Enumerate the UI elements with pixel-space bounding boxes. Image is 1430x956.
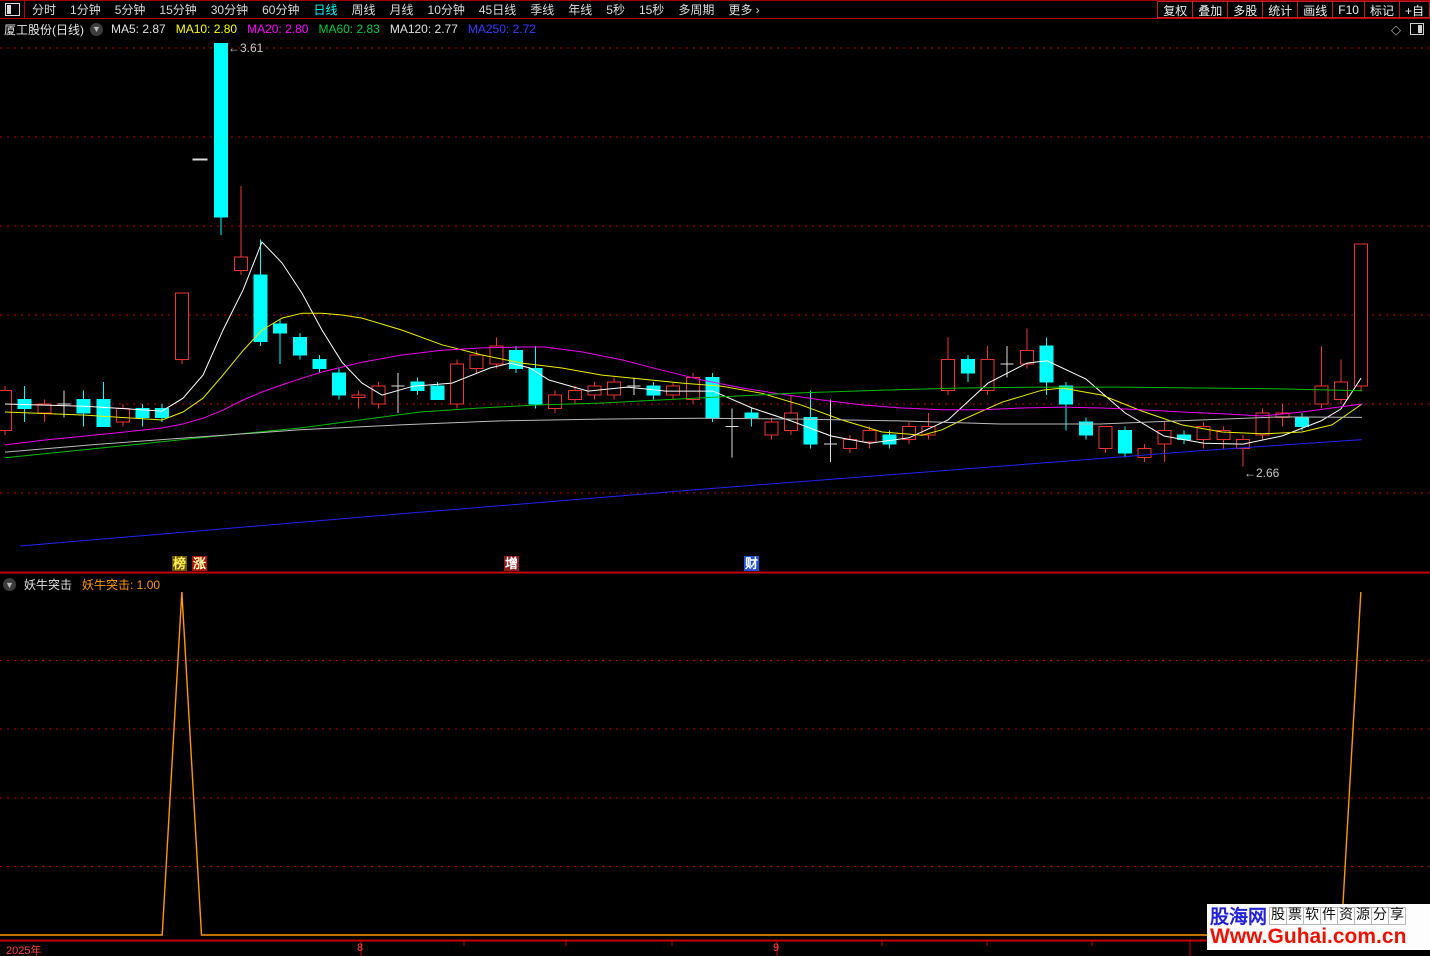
info-bar-icons: ◇ bbox=[1391, 23, 1424, 36]
menu-item-45日线[interactable]: 45日线 bbox=[472, 1, 523, 18]
watermark-desc-char: 源 bbox=[1354, 906, 1373, 925]
event-marker-榜[interactable]: 榜 bbox=[172, 556, 188, 571]
tool-button-+自[interactable]: +自 bbox=[1398, 1, 1430, 18]
menu-item-月线[interactable]: 月线 bbox=[383, 1, 421, 18]
watermark-url: Www.Guhai.com.cn bbox=[1210, 925, 1407, 948]
menu-item-15分钟[interactable]: 15分钟 bbox=[152, 1, 203, 18]
diamond-icon[interactable]: ◇ bbox=[1391, 23, 1401, 36]
menu-item-5秒[interactable]: 5秒 bbox=[599, 1, 632, 18]
tool-button-复权[interactable]: 复权 bbox=[1157, 1, 1194, 18]
watermark-desc-char: 分 bbox=[1371, 906, 1390, 925]
indicator-value-label: 妖牛突击: 1.00 bbox=[82, 578, 161, 592]
watermark-desc-char: 件 bbox=[1320, 906, 1339, 925]
event-marker-增[interactable]: 增 bbox=[504, 556, 520, 571]
tool-button-叠加[interactable]: 叠加 bbox=[1192, 1, 1229, 18]
window-layout-icon[interactable] bbox=[4, 3, 20, 16]
tool-button-多股[interactable]: 多股 bbox=[1227, 1, 1264, 18]
ma-value-list: MA5: 2.87 MA10: 2.80 MA20: 2.80 MA60: 2.83 M… bbox=[111, 22, 546, 36]
panel-split-icon[interactable] bbox=[1410, 23, 1424, 35]
stock-dropdown-icon[interactable]: ▼ bbox=[90, 22, 103, 36]
menu-item-季线[interactable]: 季线 bbox=[523, 1, 561, 18]
menu-item-周线[interactable]: 周线 bbox=[344, 1, 382, 18]
tool-button-统计[interactable]: 统计 bbox=[1262, 1, 1299, 18]
menu-item-1分钟[interactable]: 1分钟 bbox=[63, 1, 108, 18]
window-layout-cell[interactable] bbox=[0, 1, 25, 18]
ma-value-MA60: MA60: 2.83 bbox=[318, 22, 380, 36]
price-annotation: ←2.66 bbox=[1244, 465, 1280, 480]
menu-item-多周期[interactable]: 多周期 bbox=[671, 1, 721, 18]
menu-item-10分钟[interactable]: 10分钟 bbox=[421, 1, 472, 18]
stock-title: 厦工股份(日线) bbox=[4, 22, 84, 37]
watermark-desc-char: 软 bbox=[1303, 906, 1322, 925]
event-marker-财[interactable]: 财 bbox=[744, 556, 760, 571]
menu-item-30分钟[interactable]: 30分钟 bbox=[204, 1, 255, 18]
ma-value-MA120: MA120: 2.77 bbox=[389, 22, 458, 36]
tool-button-标记[interactable]: 标记 bbox=[1363, 1, 1400, 18]
ma-value-MA250: MA250: 2.72 bbox=[467, 22, 536, 36]
period-menu-items: 分时 1分钟 5分钟 15分钟 30分钟 60分钟 日线 周线 月线 10分钟 45日线 季线 年线 5秒… bbox=[25, 1, 767, 18]
tool-button-画线[interactable]: 画线 bbox=[1297, 1, 1334, 18]
menu-item-日线[interactable]: 日线 bbox=[306, 1, 344, 18]
watermark-desc-char: 票 bbox=[1286, 906, 1305, 925]
menu-item-年线[interactable]: 年线 bbox=[561, 1, 599, 18]
axis-label-8: 8 bbox=[357, 942, 364, 954]
event-marker-涨[interactable]: 涨 bbox=[192, 556, 208, 571]
price-annotation: ←3.61 bbox=[228, 41, 264, 55]
ma-value-MA20: MA20: 2.80 bbox=[247, 22, 309, 36]
tool-button-F10[interactable]: F10 bbox=[1332, 1, 1365, 18]
menu-item-5分钟[interactable]: 5分钟 bbox=[108, 1, 153, 18]
chart-canvas[interactable] bbox=[0, 0, 1430, 956]
watermark-desc-char: 享 bbox=[1388, 906, 1407, 925]
axis-label-2025年: 2025年 bbox=[6, 945, 42, 956]
menu-item-15秒[interactable]: 15秒 bbox=[632, 1, 671, 18]
chart-tool-buttons: 复权 叠加 多股 统计 画线 F10 标记 +自 bbox=[1157, 1, 1430, 18]
menu-item-分时[interactable]: 分时 bbox=[25, 1, 63, 18]
watermark-desc-char: 股 bbox=[1269, 906, 1288, 925]
menu-item-更多 ›[interactable]: 更多 › bbox=[721, 1, 766, 18]
lower-indicator-label-row: ▼ 妖牛突击 妖牛突击: 1.00 bbox=[3, 576, 160, 593]
menu-item-60分钟[interactable]: 60分钟 bbox=[255, 1, 306, 18]
watermark-desc-char: 资 bbox=[1337, 906, 1356, 925]
ma-value-MA5: MA5: 2.87 bbox=[111, 22, 166, 36]
trading-app-window: 分时 1分钟 5分钟 15分钟 30分钟 60分钟 日线 周线 月线 10分钟 45日线 季线 年线 5秒… bbox=[0, 0, 1430, 956]
ma-value-MA10: MA10: 2.80 bbox=[175, 22, 238, 36]
indicator-name: 妖牛突击 bbox=[24, 578, 73, 592]
watermark: 股海网 股票软件资源分享 Www.Guhai.com.cn bbox=[1207, 904, 1430, 950]
axis-label-9: 9 bbox=[773, 942, 780, 954]
period-menu-bar: 分时 1分钟 5分钟 15分钟 30分钟 60分钟 日线 周线 月线 10分钟 45日线 季线 年线 5秒… bbox=[0, 0, 1430, 19]
indicator-collapse-icon[interactable]: ▼ bbox=[3, 578, 16, 591]
watermark-description: 股票软件资源分享 bbox=[1269, 906, 1407, 925]
indicator-info-bar: 厦工股份(日线) ▼ MA5: 2.87 MA10: 2.80 MA20: 2.80… bbox=[0, 19, 1430, 39]
